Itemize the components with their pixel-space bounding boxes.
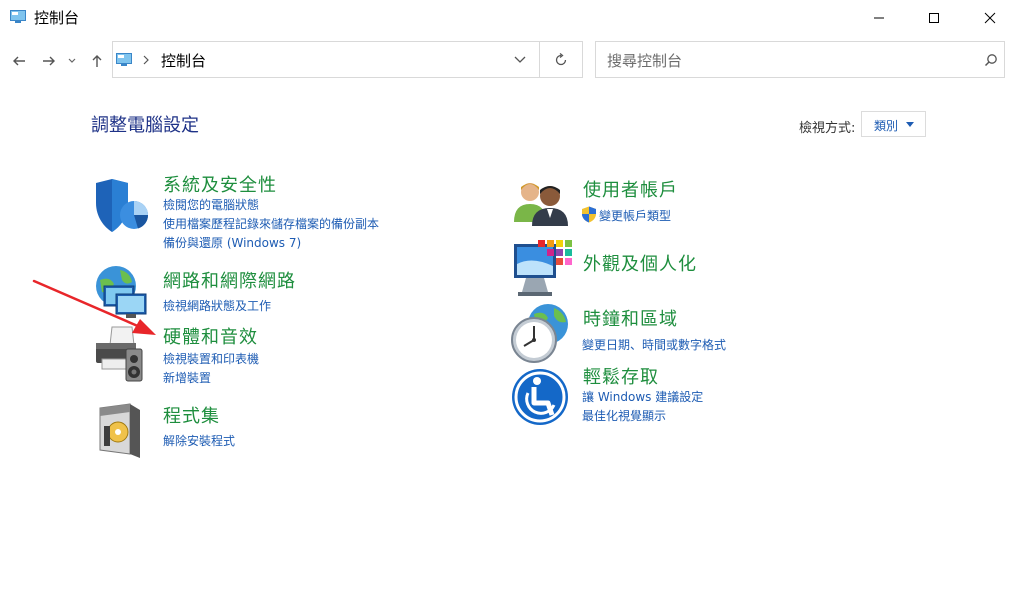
view-by-dropdown[interactable]: 類別 [861,111,926,137]
search-icon[interactable] [984,53,998,67]
category-ease-of-access[interactable]: 輕鬆存取 [583,363,659,389]
link-optimize-visual[interactable]: 最佳化視覺顯示 [582,407,666,424]
programs-icon[interactable] [94,400,158,464]
control-panel-icon [10,10,26,23]
monitor-icon[interactable] [512,238,576,302]
forward-button[interactable] [38,50,60,72]
close-icon [984,12,996,24]
back-arrow-icon [13,56,25,66]
category-network-internet[interactable]: 網路和網際網路 [163,267,296,293]
up-button[interactable] [86,50,108,72]
recent-locations-button[interactable] [63,50,81,72]
category-appearance[interactable]: 外觀及個人化 [583,250,697,276]
view-by-label: 檢視方式: [799,121,856,136]
link-change-account-type[interactable]: 變更帳戶類型 [599,207,671,224]
close-button[interactable] [967,0,1013,36]
forward-arrow-icon [43,56,55,66]
chevron-down-icon [68,58,76,63]
minimize-icon [874,17,884,19]
link-devices-printers[interactable]: 檢視裝置和印表機 [163,350,259,367]
dropdown-caret-icon [906,122,914,127]
refresh-button[interactable] [540,41,583,78]
up-arrow-icon [92,55,102,67]
maximize-button[interactable] [911,0,957,36]
search-box[interactable]: 搜尋控制台 [595,41,1005,78]
window-title: 控制台 [34,9,80,27]
breadcrumb[interactable]: 控制台 [161,50,206,71]
annotation-arrow-icon [32,279,156,335]
link-change-date-time[interactable]: 變更日期、時間或數字格式 [582,336,726,353]
category-user-accounts[interactable]: 使用者帳戶 [583,176,678,202]
link-review-status[interactable]: 檢閱您的電腦狀態 [163,196,259,213]
link-network-status[interactable]: 檢視網路狀態及工作 [163,297,271,314]
clock-icon[interactable] [508,302,572,366]
page-title: 調整電腦設定 [91,115,199,136]
link-file-history[interactable]: 使用檔案歷程記錄來儲存檔案的備份副本 [163,215,379,232]
uac-shield-icon [582,206,596,223]
chevron-right-icon[interactable] [142,55,150,65]
refresh-icon [555,52,567,65]
link-let-windows-suggest[interactable]: 讓 Windows 建議設定 [582,388,703,405]
back-button[interactable] [8,50,30,72]
minimize-button[interactable] [856,0,902,36]
chevron-down-icon[interactable] [514,56,526,64]
address-bar[interactable]: 控制台 [112,41,540,78]
maximize-icon [929,13,939,23]
search-input[interactable]: 搜尋控制台 [607,50,682,71]
category-system-security[interactable]: 系統及安全性 [163,171,277,197]
category-programs[interactable]: 程式集 [163,402,220,428]
category-hardware-sound[interactable]: 硬體和音效 [163,323,258,349]
control-panel-icon [116,53,132,66]
shield-icon[interactable] [92,177,156,241]
link-uninstall-program[interactable]: 解除安裝程式 [163,432,235,449]
category-clock-region[interactable]: 時鐘和區域 [583,305,678,331]
view-by-value[interactable]: 類別 [874,117,898,134]
link-add-device[interactable]: 新增裝置 [163,369,211,386]
link-backup-restore[interactable]: 備份與還原 (Windows 7) [163,234,301,251]
users-icon[interactable] [512,178,576,242]
accessibility-icon[interactable] [508,365,572,429]
title-bar: 控制台 [0,0,1017,36]
